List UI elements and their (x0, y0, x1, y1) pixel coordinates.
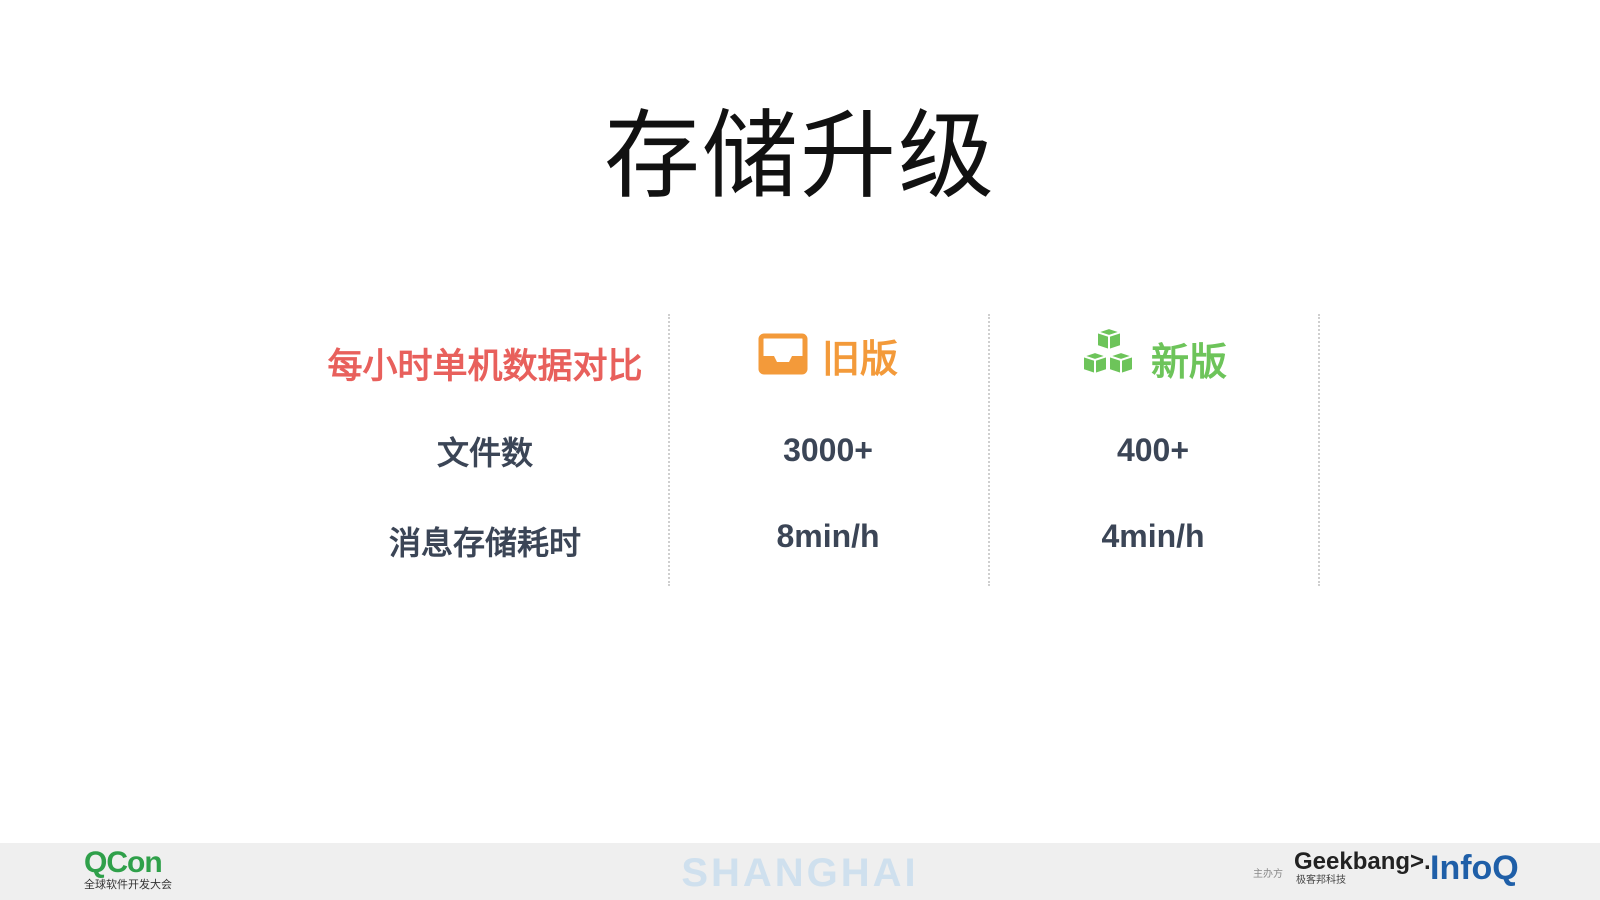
old-version-label: 旧版 (821, 337, 898, 381)
stacked-cubes-icon (1079, 326, 1137, 388)
new-version-label: 新版 (1150, 339, 1227, 384)
old-storage-time-value: 8min/h (776, 518, 880, 554)
old-version-header: 旧版 (668, 328, 988, 383)
new-version-header: 新版 (988, 326, 1318, 388)
footer-bar: QCon 全球软件开发大会 SHANGHAI 主办方 Geekbang>. 极客… (0, 843, 1600, 900)
geekbang-subtitle: 极客邦科技 (1296, 875, 1346, 886)
geekbang-logo-text: Geekbang>. (1294, 848, 1431, 875)
inbox-tray-icon (758, 332, 808, 380)
slide-title: 存储升级 (604, 100, 996, 212)
column-divider (1318, 314, 1320, 586)
organizer-label: 主办方 (1253, 869, 1283, 880)
row-label-storage-time: 消息存储耗时 (388, 524, 581, 562)
geekbang-logo: Geekbang>. 极客邦科技 (1294, 848, 1431, 887)
new-file-count-value: 400+ (1116, 432, 1190, 468)
infoq-logo: InfoQ (1430, 849, 1519, 887)
old-file-count-value: 3000+ (783, 432, 873, 468)
new-storage-time-value: 4min/h (1101, 518, 1205, 554)
comparison-header-label: 每小时单机数据对比 (327, 347, 643, 387)
row-label-file-count: 文件数 (436, 434, 533, 472)
